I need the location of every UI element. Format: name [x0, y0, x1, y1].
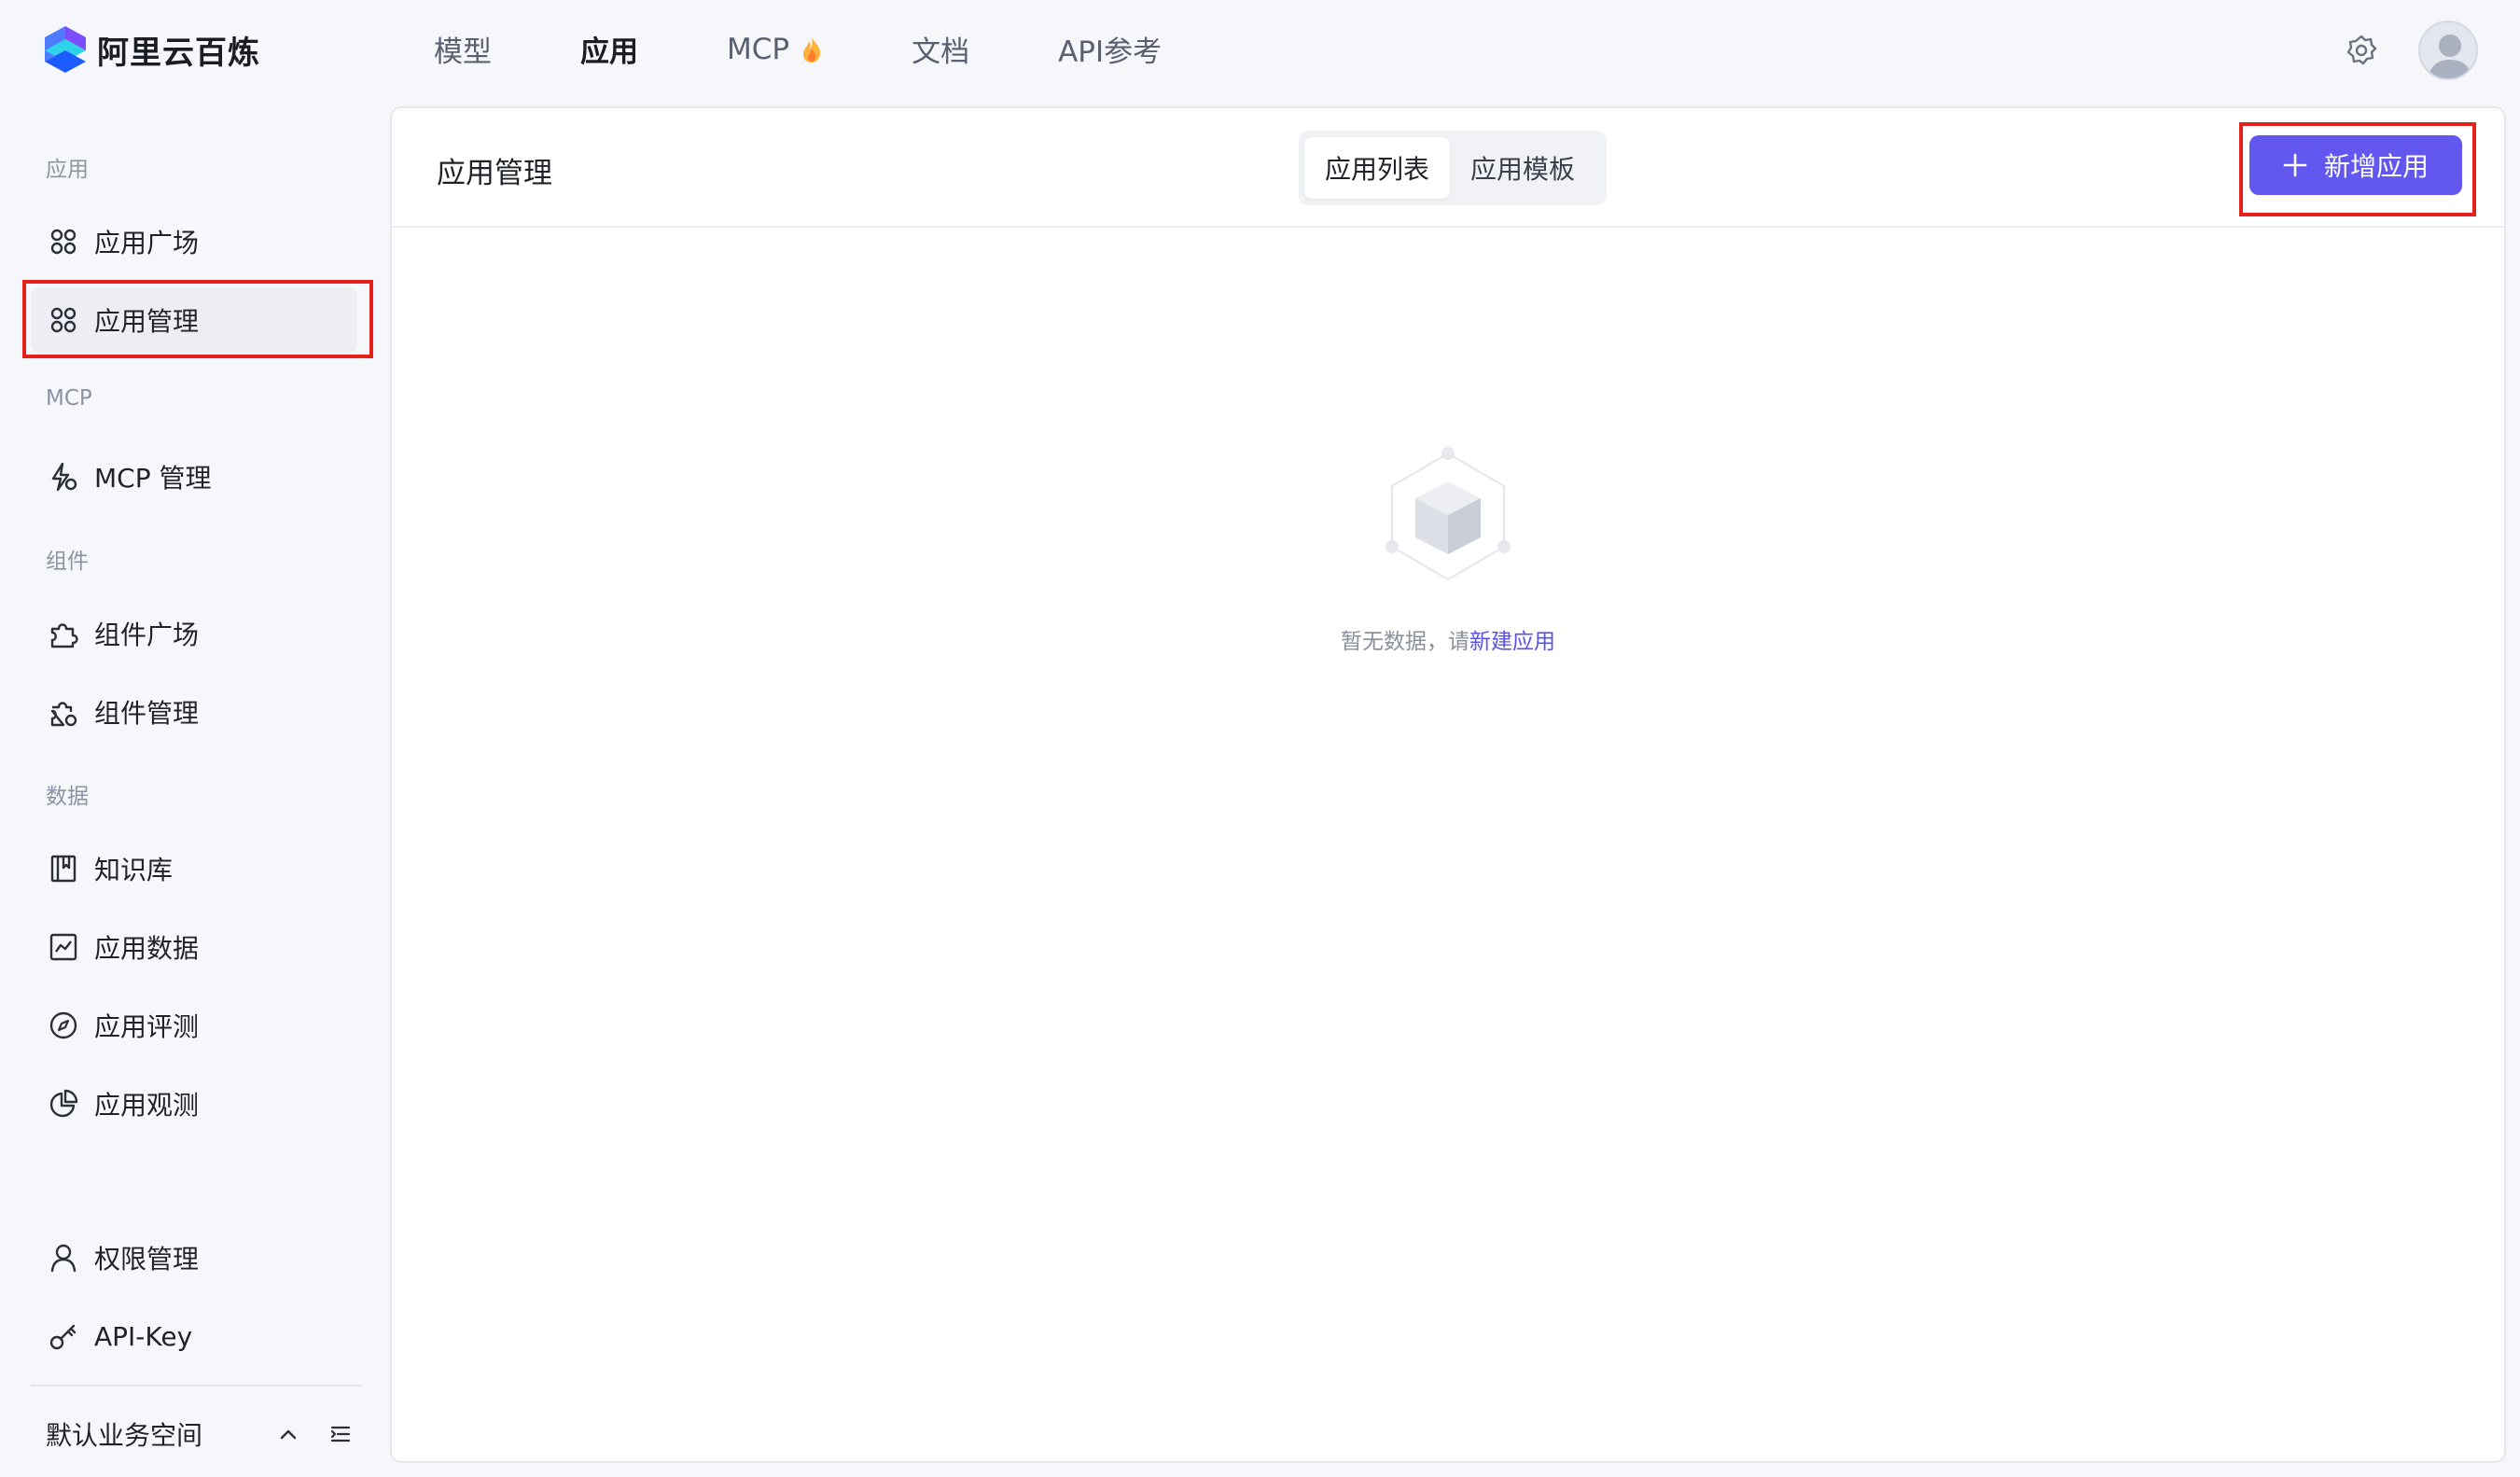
- bolt-gear-icon: [51, 462, 77, 492]
- main-header: 应用管理 应用列表 应用模板 新增应用: [392, 108, 2504, 228]
- nav-app[interactable]: 应用: [580, 28, 638, 70]
- section-data-label: 数据: [46, 785, 89, 809]
- nav-model[interactable]: 模型: [434, 28, 492, 70]
- gear-icon[interactable]: [2344, 33, 2379, 68]
- puzzle-gear-icon: [50, 702, 77, 727]
- page-title: 应用管理: [437, 157, 552, 190]
- sidebar-item-app-plaza[interactable]: 应用广场: [31, 209, 357, 274]
- puzzle-icon: [50, 623, 78, 648]
- nav-model-label: 模型: [434, 35, 492, 69]
- nav-app-label: 应用: [580, 35, 638, 69]
- key-icon: [49, 1324, 77, 1350]
- user-avatar-icon: [2428, 35, 2472, 78]
- sidebar-item-api-key[interactable]: API-Key: [31, 1303, 357, 1369]
- sidebar-item-label: 组件管理: [94, 698, 200, 729]
- nav-api-reference[interactable]: API参考: [1058, 28, 1162, 70]
- top-nav: 模型 应用 MCP 文档 API参考: [434, 28, 1250, 70]
- empty-message: 暂无数据，请新建应用: [392, 623, 2504, 655]
- top-bar: 阿里云百炼 模型 应用 MCP 文档 API参考: [0, 0, 2520, 105]
- brand[interactable]: 阿里云百炼: [43, 24, 260, 75]
- sidebar-item-label: API-Key: [94, 1320, 193, 1352]
- tab-app-templates[interactable]: 应用模板: [1450, 137, 1595, 199]
- empty-box-icon: [1385, 447, 1511, 581]
- grid-icon: [50, 229, 77, 255]
- sidebar-divider: [31, 1385, 361, 1386]
- sidebar-item-label: 应用观测: [94, 1090, 200, 1121]
- sidebar: 应用 应用广场 应用管理 MCP MCP 管理 组件 组件广场 组件管理 数据 …: [0, 105, 390, 1477]
- nav-docs-label: 文档: [912, 35, 970, 69]
- line-chart-icon: [49, 933, 77, 961]
- bailian-logo-icon: [45, 26, 86, 73]
- sidebar-item-label: MCP 管理: [94, 463, 212, 494]
- section-mcp-label: MCP: [46, 386, 92, 411]
- sidebar-item-app-data[interactable]: 应用数据: [31, 914, 357, 980]
- sidebar-item-app-manage[interactable]: 应用管理: [31, 287, 357, 353]
- sidebar-item-component-plaza[interactable]: 组件广场: [31, 601, 357, 666]
- collapse-menu-icon[interactable]: [327, 1421, 354, 1447]
- sidebar-item-app-observe[interactable]: 应用观测: [31, 1071, 357, 1136]
- sidebar-item-label: 知识库: [94, 855, 174, 885]
- create-app-link[interactable]: 新建应用: [1469, 630, 1555, 654]
- workspace-name: 默认业务空间: [46, 1420, 203, 1451]
- compass-icon: [49, 1011, 77, 1039]
- nav-docs[interactable]: 文档: [912, 28, 969, 70]
- flame-icon: [803, 35, 821, 63]
- nav-mcp-label: MCP: [727, 32, 790, 66]
- sidebar-item-label: 应用数据: [94, 933, 200, 964]
- sidebar-item-label: 应用广场: [94, 228, 200, 258]
- workspace-switcher[interactable]: 默认业务空间: [46, 1410, 354, 1458]
- grid-icon: [50, 307, 77, 333]
- top-right-actions: [2344, 21, 2478, 80]
- chevron-up-icon[interactable]: [275, 1421, 301, 1447]
- book-icon: [50, 855, 77, 883]
- empty-state: 暂无数据，请新建应用: [392, 444, 2504, 655]
- view-tabs: 应用列表 应用模板: [1299, 131, 1607, 205]
- main-panel: 应用管理 应用列表 应用模板 新增应用 暂无数据，请新建应用: [390, 106, 2506, 1463]
- tab-app-list[interactable]: 应用列表: [1304, 137, 1451, 199]
- empty-message-text: 暂无数据，请: [1341, 630, 1469, 654]
- brand-name: 阿里云百炼: [97, 34, 260, 72]
- workspace-actions: [249, 1421, 354, 1447]
- sidebar-item-app-eval[interactable]: 应用评测: [31, 993, 357, 1058]
- sidebar-item-label: 组件广场: [94, 620, 200, 650]
- sidebar-item-label: 应用管理: [94, 306, 200, 337]
- section-component-label: 组件: [46, 550, 89, 574]
- add-app-button[interactable]: 新增应用: [2249, 135, 2462, 195]
- pie-chart-icon: [49, 1089, 78, 1118]
- nav-api-label: API参考: [1058, 35, 1163, 69]
- nav-mcp[interactable]: MCP: [727, 33, 823, 66]
- sidebar-item-component-manage[interactable]: 组件管理: [31, 679, 357, 745]
- sidebar-item-permission[interactable]: 权限管理: [31, 1225, 357, 1290]
- plus-icon: [2283, 153, 2307, 177]
- add-app-button-label: 新增应用: [2323, 151, 2429, 182]
- sidebar-item-mcp-manage[interactable]: MCP 管理: [31, 444, 357, 509]
- sidebar-item-label: 权限管理: [94, 1244, 200, 1275]
- sidebar-item-label: 应用评测: [94, 1011, 200, 1042]
- user-icon: [50, 1244, 77, 1273]
- section-app-label: 应用: [46, 158, 89, 182]
- user-avatar[interactable]: [2418, 21, 2478, 80]
- sidebar-item-knowledge-base[interactable]: 知识库: [31, 836, 357, 901]
